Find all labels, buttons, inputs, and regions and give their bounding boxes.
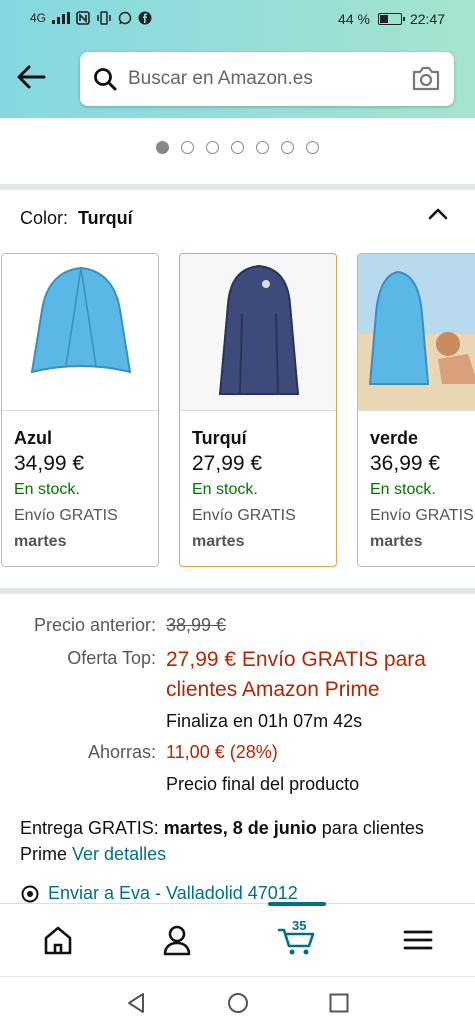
system-navigation-bar: [0, 976, 475, 1029]
variant-shipping: Envío GRATIS: [192, 507, 296, 524]
variant-name: Azul: [14, 428, 52, 448]
delivery-date: martes, 8 de junio: [163, 818, 317, 838]
system-home-icon[interactable]: [226, 991, 250, 1015]
color-variant-list: Azul 34,99 € En stock. Envío GRATIS mart…: [0, 253, 475, 569]
chevron-up-icon[interactable]: [427, 205, 449, 221]
final-price-note: Precio final del producto: [166, 774, 360, 794]
system-back-icon[interactable]: [124, 991, 148, 1015]
variant-price: 27,99 €: [192, 452, 263, 475]
variant-stock: En stock.: [370, 481, 436, 498]
carousel-dot[interactable]: [181, 141, 194, 154]
status-right: 44 % 22:47: [338, 11, 445, 27]
section-divider: [0, 184, 475, 190]
deal-label: Oferta Top:: [67, 648, 156, 668]
account-icon[interactable]: [157, 922, 197, 958]
location-icon: [21, 885, 39, 903]
deal-countdown: Finaliza en 01h 07m 42s: [166, 711, 363, 731]
app-header: 4G 44 % 22:47: [0, 0, 475, 118]
vibrate-icon: [97, 11, 111, 25]
variant-card[interactable]: Azul 34,99 € En stock. Envío GRATIS mart…: [1, 253, 159, 567]
variant-price: 34,99 €: [14, 452, 85, 475]
variant-card-selected[interactable]: Turquí 27,99 € En stock. Envío GRATIS ma…: [179, 253, 337, 567]
status-bar: 4G 44 % 22:47: [0, 0, 475, 38]
variant-info: verde 36,99 € En stock. Envío GRATIS mar…: [358, 410, 475, 555]
variant-info: Turquí 27,99 € En stock. Envío GRATIS ma…: [180, 410, 336, 555]
clock: 22:47: [409, 11, 445, 27]
delivery-info: Entrega GRATIS: martes, 8 de junio para …: [20, 815, 465, 867]
section-divider: [0, 588, 475, 594]
battery-icon: [377, 13, 405, 25]
variant-card[interactable]: verde 36,99 € En stock. Envío GRATIS mar…: [357, 253, 475, 567]
search-input[interactable]: [128, 64, 398, 94]
image-carousel-indicator: [0, 141, 475, 154]
facebook-icon: [138, 11, 152, 25]
delivery-details-link[interactable]: Ver detalles: [72, 844, 166, 864]
tent-icon: [30, 266, 132, 374]
carousel-dot[interactable]: [256, 141, 269, 154]
color-selector: Color: Turquí: [20, 208, 133, 229]
variant-name: Turquí: [192, 428, 247, 448]
tent-icon: [218, 264, 300, 395]
carousel-dot[interactable]: [231, 141, 244, 154]
variant-delivery-day: martes: [192, 533, 245, 550]
color-selected-value: Turquí: [78, 208, 133, 228]
variant-shipping: Envío GRATIS: [14, 507, 118, 524]
variant-stock: En stock.: [192, 481, 258, 498]
signal-icon: [52, 12, 71, 24]
variant-image: [180, 254, 336, 410]
delivery-address[interactable]: Enviar a Eva - Valladolid 47012: [20, 883, 465, 903]
deal-price-text: 27,99 € Envío GRATIS para clientes Amazo…: [166, 648, 426, 701]
status-left: 4G: [30, 11, 152, 25]
carousel-dot[interactable]: [206, 141, 219, 154]
carousel-dot[interactable]: [156, 141, 169, 154]
bottom-navigation: 35: [0, 902, 475, 975]
beach-tent-photo: [358, 254, 475, 410]
variant-price: 36,99 €: [370, 452, 441, 475]
camera-icon[interactable]: [410, 65, 442, 93]
address-text: Enviar a Eva - Valladolid 47012: [48, 883, 298, 903]
active-tab-indicator: [268, 902, 326, 906]
variant-shipping: Envío GRATIS: [370, 507, 474, 524]
carousel-dot[interactable]: [306, 141, 319, 154]
variant-name: verde: [370, 428, 419, 448]
previous-price-label: Precio anterior:: [33, 615, 156, 635]
variant-image: [2, 254, 158, 410]
cart-button[interactable]: 35: [276, 918, 320, 958]
delivery-prefix: Entrega GRATIS:: [20, 818, 159, 838]
cart-count: 35: [292, 918, 307, 933]
color-label: Color:: [20, 208, 69, 228]
home-icon[interactable]: [38, 922, 78, 958]
variant-stock: En stock.: [14, 481, 80, 498]
battery-percent: 44 %: [338, 11, 370, 27]
nfc-icon: [76, 11, 90, 25]
previous-price-value: 38,99 €: [166, 615, 227, 635]
variant-image: [358, 254, 475, 410]
variant-delivery-day: martes: [14, 533, 67, 550]
back-arrow-icon[interactable]: [14, 60, 48, 94]
menu-icon[interactable]: [398, 922, 438, 958]
carousel-dot[interactable]: [281, 141, 294, 154]
savings-label: Ahorras:: [87, 742, 156, 762]
whatsapp-icon: [118, 11, 132, 25]
variant-info: Azul 34,99 € En stock. Envío GRATIS mart…: [2, 410, 158, 555]
search-icon: [94, 68, 117, 91]
system-recents-icon[interactable]: [327, 991, 351, 1015]
variant-delivery-day: martes: [370, 533, 423, 550]
battery-level: [379, 15, 389, 23]
savings-value: 11,00 € (28%): [166, 742, 278, 762]
network-label: 4G: [30, 11, 47, 25]
search-bar[interactable]: [80, 52, 454, 106]
